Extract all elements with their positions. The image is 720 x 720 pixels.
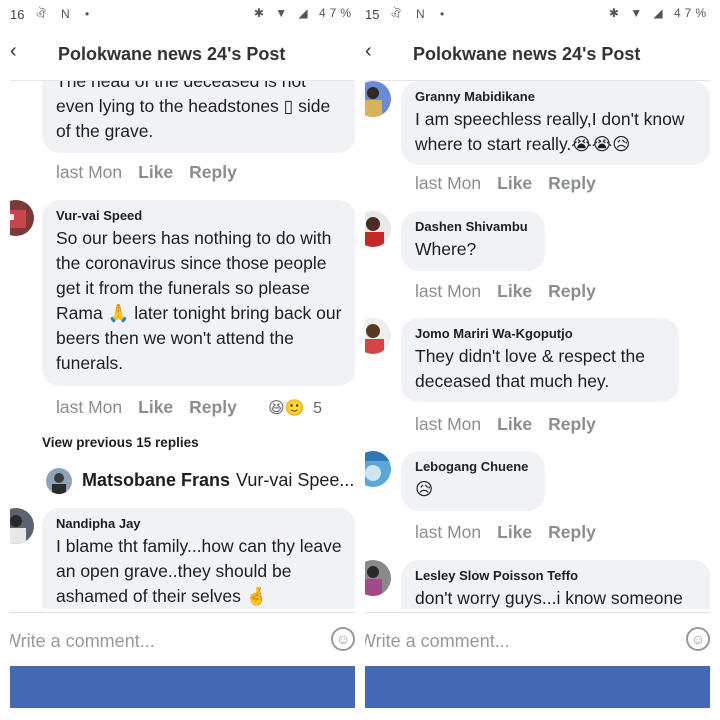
like-button[interactable]: Like bbox=[497, 522, 532, 542]
comment-composer[interactable]: Write a comment... ☺ bbox=[365, 612, 710, 668]
notification-icons: ঐ N • bbox=[36, 7, 96, 21]
comment-actions: last Mon Like Reply bbox=[415, 522, 612, 543]
avatar-image bbox=[365, 318, 391, 354]
comment-actions: last Mon Like Reply bbox=[415, 173, 612, 194]
comment-text: So our beers has nothing to do with the … bbox=[56, 228, 342, 373]
avatar-image bbox=[365, 451, 391, 487]
comment-bubble: Jomo Mariri Wa-Kgoputjo They didn't love… bbox=[401, 318, 679, 402]
avatar-image bbox=[46, 468, 72, 494]
system-status-icons: ✱ ▼ ◢ 47% bbox=[608, 6, 710, 20]
comment-timestamp: last Mon bbox=[56, 397, 123, 417]
left-screenshot-panel: 16 ঐ N • ✱ ▼ ◢ 47% ‹ Polokwane news 24's… bbox=[10, 0, 355, 720]
comment-text: I am speechless really,I don't know wher… bbox=[415, 109, 685, 154]
avatar[interactable] bbox=[365, 560, 391, 596]
comment-author[interactable]: Lebogang Chuene bbox=[415, 459, 531, 474]
comment-text: I blame tht family...how can thy leave a… bbox=[56, 536, 342, 606]
comment-text: The head of the deceased is not even lyi… bbox=[56, 81, 331, 141]
comment-author[interactable]: Jomo Mariri Wa-Kgoputjo bbox=[415, 326, 665, 341]
comment-list: Granny Mabidikane I am speechless really… bbox=[365, 81, 710, 609]
avatar[interactable] bbox=[365, 81, 391, 117]
avatar[interactable] bbox=[10, 508, 34, 544]
avatar[interactable] bbox=[365, 451, 391, 487]
status-time: 16 bbox=[10, 7, 25, 22]
reply-button[interactable]: Reply bbox=[548, 414, 596, 434]
comment-author[interactable]: Granny Mabidikane bbox=[415, 89, 697, 104]
comment-timestamp: last Mon bbox=[56, 162, 123, 182]
back-arrow-icon[interactable]: ‹ bbox=[365, 40, 372, 63]
reply-button[interactable]: Reply bbox=[548, 522, 596, 542]
comment-composer[interactable]: Write a comment... ☺ bbox=[10, 612, 355, 668]
comment-timestamp: last Mon bbox=[415, 281, 482, 301]
reply-button[interactable]: Reply bbox=[548, 281, 596, 301]
comment-author[interactable]: Nandipha Jay bbox=[56, 516, 342, 531]
comment-text: They didn't love & respect the deceased … bbox=[415, 346, 645, 391]
comment-input[interactable]: Write a comment... bbox=[10, 631, 155, 652]
comment-author[interactable]: Dashen Shivambu bbox=[415, 219, 531, 234]
back-arrow-icon[interactable]: ‹ bbox=[10, 40, 17, 63]
comment-author[interactable]: Lesley Slow Poisson Teffo bbox=[415, 568, 697, 583]
reply-preview[interactable]: Matsobane Frans Vur-vai Spee... bbox=[82, 470, 355, 491]
like-button[interactable]: Like bbox=[497, 173, 532, 193]
reply-button[interactable]: Reply bbox=[189, 397, 237, 417]
like-button[interactable]: Like bbox=[138, 162, 173, 182]
comment-actions: last Mon Like Reply bbox=[415, 281, 612, 302]
comment-bubble: Lesley Slow Poisson Teffo don't worry gu… bbox=[401, 560, 710, 609]
reply-button[interactable]: Reply bbox=[548, 173, 596, 193]
right-screenshot-panel: 15 ঐ N • ✱ ▼ ◢ 47% ‹ Polokwane news 24's… bbox=[365, 0, 710, 720]
comment-bubble: Vur-vai Speed So our beers has nothing t… bbox=[42, 200, 355, 386]
comment-text: 😥 bbox=[415, 479, 434, 499]
emoji-icon[interactable]: ☺ bbox=[686, 627, 710, 651]
avatar[interactable] bbox=[365, 211, 391, 247]
reaction-icons: 😆🙂 bbox=[268, 400, 305, 417]
page-title: Polokwane news 24's Post bbox=[58, 44, 286, 64]
comment-bubble: Lebogang Chuene 😥 bbox=[401, 451, 545, 511]
bottom-bar bbox=[10, 666, 355, 708]
emoji-icon[interactable]: ☺ bbox=[331, 627, 355, 651]
comment-text: Where? bbox=[415, 239, 477, 259]
like-button[interactable]: Like bbox=[497, 414, 532, 434]
avatar-image bbox=[365, 560, 391, 596]
reaction-summary[interactable]: 😆🙂 5 bbox=[268, 398, 322, 418]
like-button[interactable]: Like bbox=[138, 397, 173, 417]
comment-input[interactable]: Write a comment... bbox=[365, 631, 510, 652]
reply-snippet: Vur-vai Spee... bbox=[236, 470, 355, 490]
comment-timestamp: last Mon bbox=[415, 173, 482, 193]
like-button[interactable]: Like bbox=[497, 281, 532, 301]
avatar-image bbox=[10, 200, 34, 236]
page-title: Polokwane news 24's Post bbox=[413, 44, 641, 64]
comment-bubble: Nandipha Jay I blame tht family...how ca… bbox=[42, 508, 355, 609]
reaction-count: 5 bbox=[313, 400, 322, 417]
status-bar: 15 ঐ N • ✱ ▼ ◢ 47% bbox=[365, 0, 710, 30]
comment-actions: last Mon Like Reply bbox=[415, 414, 612, 435]
avatar-image bbox=[10, 508, 34, 544]
comment-bubble: Granny Mabidikane I am speechless really… bbox=[401, 81, 710, 165]
comment-author[interactable]: Vur-vai Speed bbox=[56, 208, 342, 223]
comment-actions: last Mon Like Reply bbox=[56, 397, 253, 418]
avatar[interactable] bbox=[46, 468, 72, 494]
system-status-icons: ✱ ▼ ◢ 47% bbox=[253, 6, 355, 20]
avatar-image bbox=[365, 81, 391, 117]
notification-icons: ঐ N • bbox=[391, 7, 451, 21]
comment-list: The head of the deceased is not even lyi… bbox=[10, 81, 355, 609]
comment-text: don't worry guys...i know someone bbox=[415, 588, 683, 608]
comment-timestamp: last Mon bbox=[415, 522, 482, 542]
status-bar: 16 ঐ N • ✱ ▼ ◢ 47% bbox=[10, 0, 355, 30]
status-time: 15 bbox=[365, 7, 380, 22]
view-previous-replies-link[interactable]: View previous 15 replies bbox=[42, 435, 199, 450]
avatar[interactable] bbox=[10, 200, 34, 236]
comment-bubble: Dashen Shivambu Where? bbox=[401, 211, 545, 271]
post-header: ‹ Polokwane news 24's Post bbox=[10, 38, 355, 74]
comment-bubble: The head of the deceased is not even lyi… bbox=[42, 81, 355, 153]
comment-timestamp: last Mon bbox=[415, 414, 482, 434]
avatar[interactable] bbox=[365, 318, 391, 354]
comment-actions: last Mon Like Reply bbox=[56, 162, 253, 183]
reply-author: Matsobane Frans bbox=[82, 470, 231, 490]
reply-button[interactable]: Reply bbox=[189, 162, 237, 182]
bottom-bar bbox=[365, 666, 710, 708]
avatar-image bbox=[365, 211, 391, 247]
post-header: ‹ Polokwane news 24's Post bbox=[365, 38, 710, 74]
